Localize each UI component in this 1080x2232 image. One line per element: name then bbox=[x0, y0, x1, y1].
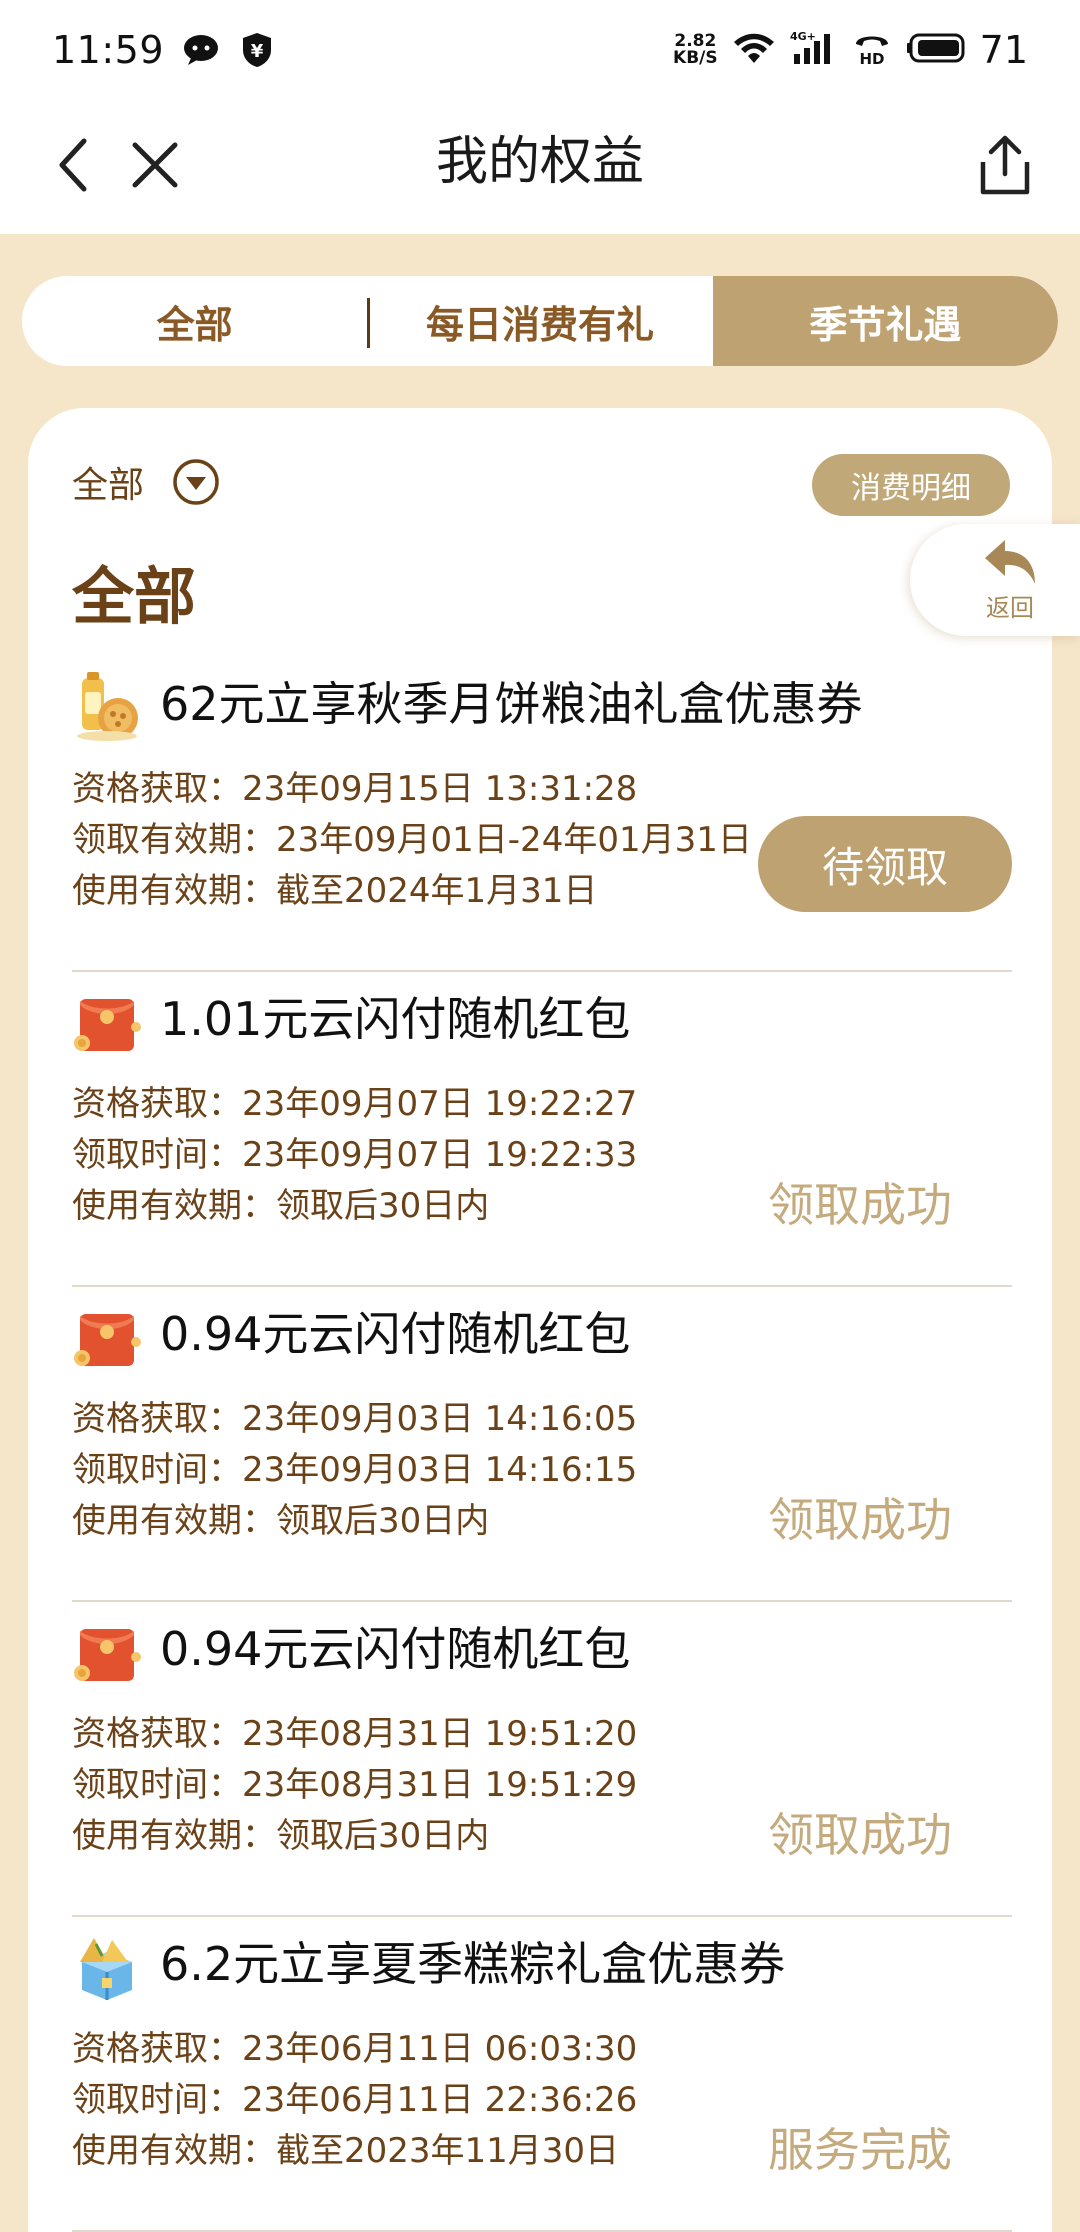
tab-divider bbox=[367, 298, 370, 348]
claim-time: 领取时间：23年09月07日 19:22:33 bbox=[72, 1135, 638, 1175]
back-button[interactable] bbox=[42, 130, 102, 200]
app-header: 我的权益 bbox=[0, 100, 1080, 234]
section-title: 全部 bbox=[72, 560, 197, 633]
claim-status: 领取成功 bbox=[768, 1493, 952, 1547]
hd-call-icon: HD bbox=[852, 30, 892, 70]
pending-claim-button[interactable]: 待领取 bbox=[758, 816, 1012, 912]
benefit-name: 6.2元立享夏季糕粽礼盒优惠券 bbox=[160, 1937, 786, 1991]
svg-text:¥: ¥ bbox=[251, 41, 264, 62]
filter-dropdown[interactable]: 全部 bbox=[72, 456, 220, 508]
battery-level: 71 bbox=[979, 28, 1028, 72]
benefit-item: 0.94元云闪付随机红包 资格获取：23年08月31日 19:51:20 领取时… bbox=[72, 1603, 1012, 1917]
benefit-details: 资格获取：23年06月11日 06:03:30 领取时间：23年06月11日 2… bbox=[72, 2024, 637, 2177]
use-validity: 使用有效期：领取后30日内 bbox=[72, 1816, 490, 1856]
chat-notification-icon bbox=[182, 31, 220, 69]
share-button[interactable] bbox=[968, 128, 1042, 202]
qualification-time: 资格获取：23年09月15日 13:31:28 bbox=[72, 769, 638, 809]
wifi-icon bbox=[732, 31, 776, 69]
use-validity: 使用有效期：领取后30日内 bbox=[72, 1186, 490, 1226]
red-packet-icon bbox=[74, 1314, 141, 1366]
benefit-name: 62元立享秋季月饼粮油礼盒优惠券 bbox=[160, 677, 863, 731]
spending-detail-button[interactable]: 消费明细 bbox=[812, 454, 1010, 516]
claim-status: 领取成功 bbox=[768, 1178, 952, 1232]
red-packet-icon bbox=[74, 1629, 141, 1681]
benefit-details: 资格获取：23年09月15日 13:31:28 领取有效期：23年09月01日-… bbox=[72, 764, 752, 917]
benefit-details: 资格获取：23年09月03日 14:16:05 领取时间：23年09月03日 1… bbox=[72, 1394, 637, 1547]
use-validity: 使用有效期：截至2023年11月30日 bbox=[72, 2131, 620, 2171]
mooncake-oil-gift-icon bbox=[77, 672, 138, 741]
qualification-time: 资格获取：23年08月31日 19:51:20 bbox=[72, 1714, 638, 1754]
tab-daily-spending-gift[interactable]: 每日消费有礼 bbox=[367, 276, 712, 366]
qualification-time: 资格获取：23年09月03日 14:16:05 bbox=[72, 1399, 638, 1439]
benefit-name: 0.94元云闪付随机红包 bbox=[160, 1307, 631, 1361]
dropdown-arrow-icon bbox=[173, 459, 219, 505]
zongzi-gift-box-icon bbox=[80, 1938, 132, 2000]
battery-icon bbox=[906, 33, 966, 67]
claim-time: 领取时间：23年09月03日 14:16:15 bbox=[72, 1450, 638, 1490]
use-validity: 使用有效期：截至2024年1月31日 bbox=[72, 871, 598, 911]
network-speed: 2.82 KB/S bbox=[673, 33, 718, 67]
claim-validity: 领取有效期：23年09月01日-24年01月31日 bbox=[72, 820, 752, 860]
claim-time: 领取时间：23年08月31日 19:51:29 bbox=[72, 1765, 638, 1805]
status-left: 11:59 ¥ bbox=[52, 28, 276, 72]
benefit-details: 资格获取：23年08月31日 19:51:20 领取时间：23年08月31日 1… bbox=[72, 1709, 637, 1862]
net-speed-unit: KB/S bbox=[673, 48, 718, 68]
status-right: 2.82 KB/S 4G+ HD 71 bbox=[673, 28, 1028, 72]
benefit-item: 62元立享秋季月饼粮油礼盒优惠券 资格获取：23年09月15日 13:31:28… bbox=[72, 658, 1012, 972]
benefit-name: 0.94元云闪付随机红包 bbox=[160, 1622, 631, 1676]
svg-text:HD: HD bbox=[859, 50, 884, 66]
floating-return-button[interactable]: 返回 bbox=[910, 524, 1080, 636]
claim-time: 领取时间：23年06月11日 22:36:26 bbox=[72, 2080, 638, 2120]
status-bar: 11:59 ¥ 2.82 KB/S 4G+ HD 71 bbox=[0, 0, 1080, 100]
signal-tag: 4G+ bbox=[790, 30, 816, 43]
share-icon bbox=[980, 135, 1030, 195]
claim-status: 领取成功 bbox=[768, 1808, 952, 1862]
cellular-signal-icon: 4G+ bbox=[790, 30, 838, 70]
red-packet-icon bbox=[74, 999, 141, 1051]
return-arrow-icon bbox=[985, 539, 1035, 584]
benefit-item: 0.94元云闪付随机红包 资格获取：23年09月03日 14:16:05 领取时… bbox=[72, 1288, 1012, 1602]
filter-label: 全部 bbox=[72, 465, 145, 506]
return-label: 返回 bbox=[986, 593, 1034, 622]
benefit-item: 6.2元立享夏季糕粽礼盒优惠券 资格获取：23年06月11日 06:03:30 … bbox=[72, 1918, 1012, 2232]
benefit-details: 资格获取：23年09月07日 19:22:27 领取时间：23年09月07日 1… bbox=[72, 1079, 637, 1232]
service-status: 服务完成 bbox=[768, 2123, 952, 2177]
close-button[interactable] bbox=[120, 130, 190, 200]
chevron-left-icon bbox=[59, 138, 87, 192]
benefit-item: 1.01元云闪付随机红包 资格获取：23年09月07日 19:22:27 领取时… bbox=[72, 973, 1012, 1287]
use-validity: 使用有效期：领取后30日内 bbox=[72, 1501, 490, 1541]
tab-all[interactable]: 全部 bbox=[22, 276, 367, 366]
qualification-time: 资格获取：23年09月07日 19:22:27 bbox=[72, 1084, 638, 1124]
category-tabs: 全部 每日消费有礼 季节礼遇 bbox=[22, 276, 1058, 366]
tab-seasonal-gift[interactable]: 季节礼遇 bbox=[712, 276, 1058, 366]
wallet-shield-icon: ¥ bbox=[238, 31, 276, 69]
close-icon bbox=[132, 142, 178, 188]
qualification-time: 资格获取：23年06月11日 06:03:30 bbox=[72, 2029, 638, 2069]
benefit-name: 1.01元云闪付随机红包 bbox=[160, 992, 631, 1046]
benefits-card: 全部 消费明细 全部 62元立享秋季月饼粮油礼盒优惠券 资格获取：23年09月1… bbox=[28, 408, 1052, 2232]
status-time: 11:59 bbox=[52, 28, 165, 72]
